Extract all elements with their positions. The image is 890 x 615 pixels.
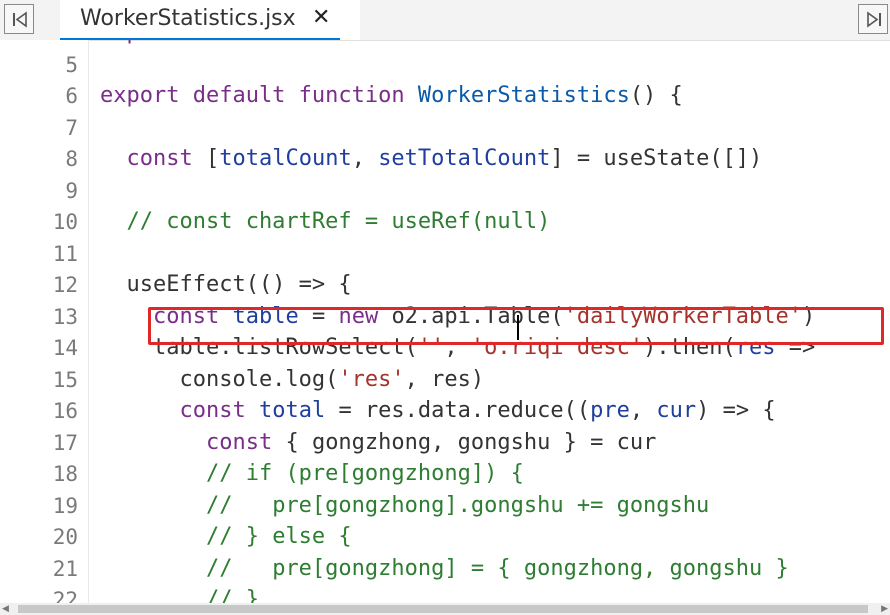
scrollbar-thumb[interactable] — [18, 605, 868, 613]
code-line[interactable]: 9 — [0, 175, 890, 207]
code-text: // if (pre[gongzhong]) { — [205, 461, 524, 486]
code-text: // const chartRef = useRef(null) — [100, 209, 551, 234]
line-number: 15 — [52, 367, 78, 392]
line-number: 11 — [52, 241, 78, 266]
code-line[interactable]: 11 — [0, 238, 890, 270]
line-number: 21 — [52, 556, 78, 581]
scroll-right-arrow-icon[interactable]: ▶ — [881, 604, 888, 614]
code-line[interactable]: 21 // pre[gongzhong] = { gongzhong, gong… — [0, 553, 890, 585]
line-number: 16 — [52, 399, 78, 423]
code-line[interactable]: 12 useEffect(() => { — [0, 269, 890, 301]
annotation-highlight-box — [148, 307, 884, 345]
line-number: 20 — [52, 525, 78, 549]
code-text: import * as echarts from 'echarts' — [100, 40, 550, 45]
step-forward-icon — [867, 11, 881, 28]
code-text: useEffect(() => { — [100, 272, 352, 297]
code-text: const { gongzhong, gongshu } = cur — [205, 429, 657, 455]
horizontal-scrollbar[interactable]: ◀ ▶ — [0, 603, 890, 615]
line-number: 22 — [52, 588, 78, 603]
code-line[interactable]: 17 const { gongzhong, gongshu } = cur — [0, 427, 890, 459]
line-number: 7 — [65, 115, 78, 140]
code-line[interactable]: 16 const total = res.data.reduce((pre, c… — [0, 395, 890, 427]
code-line[interactable]: 18 // if (pre[gongzhong]) { — [0, 458, 890, 490]
code-line[interactable]: 6 export default function WorkerStatistic… — [0, 80, 890, 112]
code-line[interactable]: 8 const [totalCount, setTotalCount] = us… — [0, 143, 890, 175]
line-number: 8 — [65, 147, 78, 171]
line-number: 14 — [52, 336, 78, 360]
line-number: 6 — [65, 84, 78, 108]
code-text: // } — [205, 587, 259, 603]
code-text: // } else { — [205, 524, 352, 549]
line-number: 13 — [52, 304, 78, 329]
tab-bar: WorkerStatistics.jsx ✕ — [0, 0, 890, 41]
line-number: 17 — [52, 430, 78, 455]
line-number: 12 — [52, 273, 78, 297]
line-number: 9 — [65, 178, 78, 203]
close-icon[interactable]: ✕ — [312, 5, 330, 30]
code-line[interactable]: 20 // } else { — [0, 521, 890, 553]
step-back-icon — [13, 11, 27, 28]
code-line[interactable]: 22 // } — [0, 584, 890, 603]
scroll-left-arrow-icon[interactable]: ◀ — [2, 604, 9, 614]
code-text: console.log('res', res) — [100, 366, 485, 392]
code-text: const [totalCount, setTotalCount] = useS… — [126, 146, 763, 171]
code-line[interactable]: 7 — [0, 112, 890, 144]
code-editor[interactable]: 4 import * as echarts from 'echarts' 5 6 exp… — [0, 40, 890, 603]
tab-title: WorkerStatistics.jsx — [80, 6, 296, 31]
code-line[interactable]: 19 // pre[gongzhong].gongshu += gongshu — [0, 490, 890, 522]
scroll-tabs-left-button[interactable] — [4, 4, 34, 34]
code-line[interactable]: 10 // const chartRef = useRef(null) — [0, 206, 890, 238]
tab-workerstatistics[interactable]: WorkerStatistics.jsx ✕ — [60, 0, 360, 40]
line-number: 19 — [52, 493, 78, 518]
code-line[interactable]: 5 — [0, 49, 890, 81]
text-cursor — [517, 315, 519, 340]
line-number: 5 — [65, 52, 78, 77]
scroll-tabs-right-button[interactable] — [858, 4, 888, 34]
line-number: 18 — [52, 462, 78, 486]
line-number: 10 — [52, 210, 78, 234]
line-number: 4 — [0, 40, 78, 45]
code-text: // pre[gongzhong] = { gongzhong, gongshu… — [205, 555, 789, 581]
code-text: const total = res.data.reduce((pre, cur)… — [179, 398, 776, 423]
code-text: export default function WorkerStatistics… — [100, 83, 683, 108]
code-line[interactable]: 15 console.log('res', res) — [0, 364, 890, 396]
code-text: // pre[gongzhong].gongshu += gongshu — [205, 492, 710, 518]
